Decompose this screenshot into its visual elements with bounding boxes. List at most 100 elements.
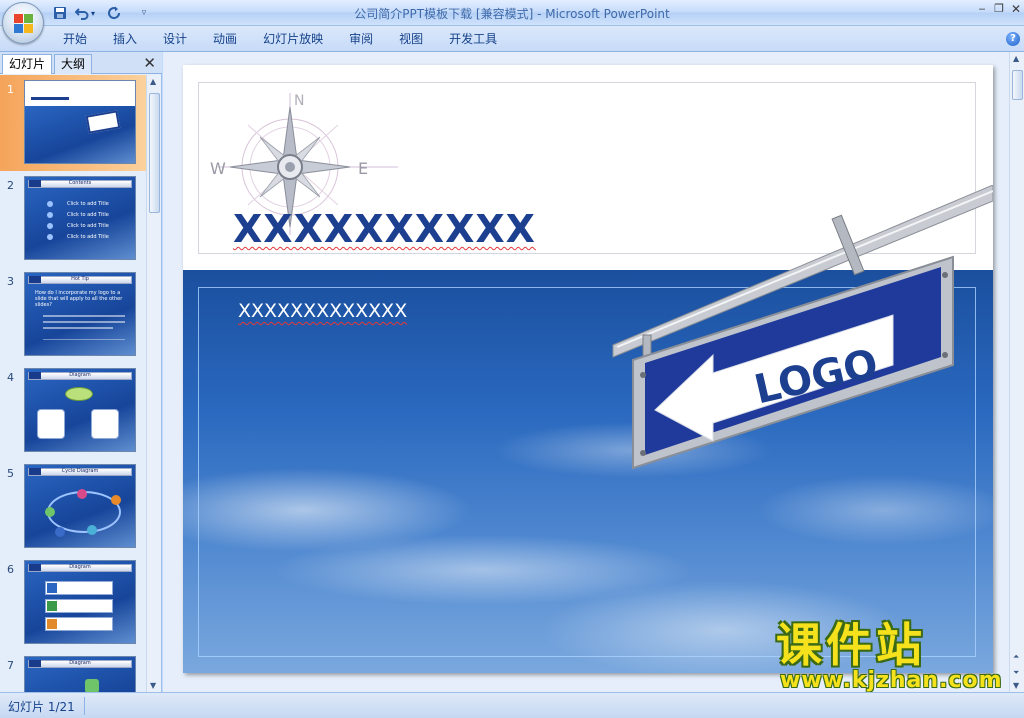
thumb-cycle-node (87, 525, 97, 535)
scroll-thumb[interactable] (1012, 70, 1023, 100)
slide-title[interactable]: XXXXXXXXXX (233, 207, 536, 251)
slide-thumbnail-1[interactable]: 1 (0, 75, 146, 171)
thumbnail-title: Diagram (69, 372, 91, 378)
thumb-item: Click to add Title (67, 234, 109, 240)
thumb-title-bar: Diagram (28, 372, 132, 380)
panel-tabs: 幻灯片 大纲 ✕ (0, 52, 162, 74)
slide-subtitle[interactable]: XXXXXXXXXXXXX (238, 300, 407, 322)
tab-home[interactable]: 开始 (50, 26, 100, 52)
thumb-logo (29, 372, 41, 379)
tab-design[interactable]: 设计 (150, 26, 200, 52)
thumb-bullet (47, 234, 53, 240)
thumb-row-marker (47, 583, 57, 593)
slide-thumbnail-7[interactable]: 7 Diagram (0, 651, 146, 692)
tab-animations[interactable]: 动画 (200, 26, 250, 52)
thumb-title-bar: Cycle Diagram (28, 468, 132, 476)
thumb-title-bar: Diagram (28, 660, 132, 668)
slide-scrollbar[interactable]: ▲ ⏶ ⏷ ▼ (1009, 52, 1024, 692)
scroll-up-icon[interactable]: ▲ (1013, 54, 1019, 63)
thumb-item: Click to add Title (67, 223, 109, 229)
slide-thumbnail-3[interactable]: 3 Hot Tip How do I incorporate my logo t… (0, 267, 146, 363)
slides-panel: 幻灯片 大纲 ✕ 1 2 Contents Click to add Title… (0, 52, 162, 692)
thumbnail-preview: Diagram (24, 368, 136, 452)
thumb-cycle-node (77, 489, 87, 499)
ribbon-tabs: 开始 插入 设计 动画 幻灯片放映 审阅 视图 开发工具 (50, 26, 510, 52)
close-icon[interactable]: ✕ (1009, 2, 1023, 16)
slide-editor: N W E XXXXXXXXXX XXXXXXXXXXXXX LOGO (163, 52, 1009, 692)
tab-outline[interactable]: 大纲 (54, 54, 93, 74)
thumb-bullet (47, 201, 53, 207)
thumb-line (43, 339, 125, 340)
restore-icon[interactable]: ❐ (992, 2, 1006, 16)
close-panel-icon[interactable]: ✕ (143, 54, 156, 72)
thumbnail-preview: Cycle Diagram (24, 464, 136, 548)
thumb-item: Click to add Title (67, 212, 109, 218)
thumb-line (43, 321, 125, 323)
thumbnail-title: Cycle Diagram (61, 468, 99, 474)
thumbnail-preview: Contents Click to add Title Click to add… (24, 176, 136, 260)
thumb-sky (25, 273, 135, 355)
thumb-title-bar: Contents (28, 180, 132, 188)
slide-thumbnail-2[interactable]: 2 Contents Click to add Title Click to a… (0, 171, 146, 267)
slide-indicator: 幻灯片 1/21 (8, 700, 75, 714)
thumbnail-number: 4 (7, 371, 14, 384)
ribbon-tab-bar: 开始 插入 设计 动画 幻灯片放映 审阅 视图 开发工具 ? (0, 26, 1024, 52)
help-icon[interactable]: ? (1006, 32, 1020, 46)
slide-thumbnail-5[interactable]: 5 Cycle Diagram (0, 459, 146, 555)
tab-slides[interactable]: 幻灯片 (2, 54, 53, 74)
thumbnail-preview: Diagram (24, 656, 136, 692)
thumbnail-title: Hot Tip (71, 276, 89, 282)
thumb-sky (25, 105, 135, 163)
thumbnail-number: 1 (7, 83, 14, 96)
thumb-logo (29, 276, 41, 283)
thumb-line (43, 327, 113, 329)
thumb-logo (29, 180, 41, 187)
slide-thumbnail-4[interactable]: 4 Diagram (0, 363, 146, 459)
thumbnail-list: 1 2 Contents Click to add Title Click to… (0, 75, 146, 692)
thumbnail-number: 5 (7, 467, 14, 480)
thumb-body-text: How do I incorporate my logo to a slide … (35, 290, 123, 308)
status-divider (84, 697, 85, 715)
thumbnail-number: 2 (7, 179, 14, 192)
current-slide[interactable]: N W E XXXXXXXXXX XXXXXXXXXXXXX LOGO (183, 65, 993, 673)
thumb-diagram-shape (85, 679, 99, 692)
tab-insert[interactable]: 插入 (100, 26, 150, 52)
thumb-sky (25, 177, 135, 259)
scroll-down-icon[interactable]: ▼ (1013, 681, 1019, 690)
thumbnail-title: Diagram (69, 564, 91, 570)
tab-review[interactable]: 审阅 (336, 26, 386, 52)
compass-north-label: N (294, 93, 304, 109)
scroll-thumb[interactable] (149, 93, 160, 213)
compass-east-label: E (358, 159, 368, 178)
next-slide-icon[interactable]: ⏷ (1013, 668, 1019, 678)
thumbnail-number: 3 (7, 275, 14, 288)
tab-slideshow[interactable]: 幻灯片放映 (250, 26, 336, 52)
thumb-item: Click to add Title (67, 201, 109, 207)
thumbnail-scrollbar[interactable]: ▲ ▼ (146, 75, 161, 692)
thumb-bullet (47, 212, 53, 218)
thumbnail-number: 6 (7, 563, 14, 576)
logo-signboard[interactable]: LOGO (603, 185, 993, 475)
thumb-diagram-center (65, 387, 93, 401)
thumb-title-bar: Hot Tip (28, 276, 132, 284)
thumb-row-marker (47, 619, 57, 629)
thumb-title-bar: Diagram (28, 564, 132, 572)
thumb-cycle-node (55, 527, 65, 537)
thumb-logo (29, 660, 41, 667)
watermark: 课件站 www.kjzhan.com (776, 620, 1006, 693)
scroll-down-icon[interactable]: ▼ (150, 681, 156, 690)
scroll-up-icon[interactable]: ▲ (150, 77, 156, 86)
tab-developer[interactable]: 开发工具 (436, 26, 510, 52)
thumbnail-title: Diagram (69, 660, 91, 666)
watermark-url: www.kjzhan.com (780, 668, 1003, 693)
status-bar: 幻灯片 1/21 (0, 692, 1024, 718)
title-separator: - (533, 7, 546, 21)
slide-thumbnail-6[interactable]: 6 Diagram (0, 555, 146, 651)
document-name: 公司简介PPT模板下载 [兼容模式] (354, 7, 534, 21)
thumb-cycle-node (45, 507, 55, 517)
minimize-icon[interactable]: ‒ (975, 2, 989, 16)
prev-slide-icon[interactable]: ⏶ (1013, 652, 1019, 662)
thumbnail-preview: Diagram (24, 560, 136, 644)
tab-view[interactable]: 视图 (386, 26, 436, 52)
office-button[interactable] (2, 2, 44, 44)
